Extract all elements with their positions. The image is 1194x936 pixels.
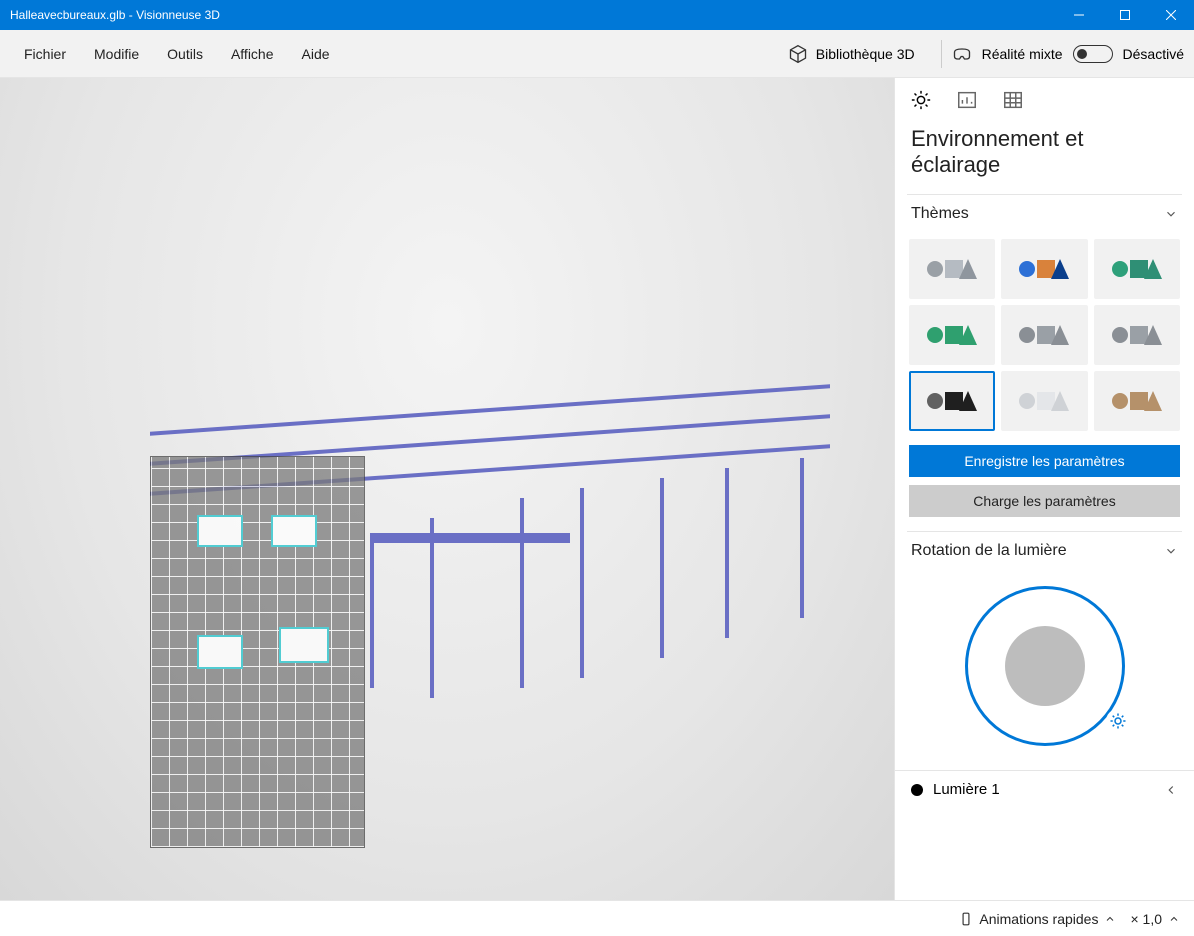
mixed-reality-group: Réalité mixte Désactivé xyxy=(952,44,1184,64)
menu-bar: Fichier Modifie Outils Affiche Aide Bibl… xyxy=(0,30,1194,78)
main-area: Environnement et éclairage Thèmes Enregi… xyxy=(0,78,1194,900)
save-settings-button[interactable]: Enregistre les paramètres xyxy=(909,445,1180,477)
menu-fichier[interactable]: Fichier xyxy=(10,46,80,62)
light-rotation-inner xyxy=(1005,626,1085,706)
chevron-down-icon xyxy=(1164,207,1178,221)
tab-stats[interactable] xyxy=(955,88,979,112)
menu-modifie[interactable]: Modifie xyxy=(80,46,153,62)
tab-environment[interactable] xyxy=(909,88,933,112)
light-color-dot xyxy=(911,784,923,796)
grid-icon xyxy=(1002,89,1024,111)
window-controls xyxy=(1056,0,1194,30)
chevron-left-icon xyxy=(1164,783,1178,797)
speed-value: × 1,0 xyxy=(1130,911,1162,927)
headset-icon xyxy=(952,44,972,64)
themes-header[interactable]: Thèmes xyxy=(895,195,1194,233)
theme-tile[interactable] xyxy=(1094,239,1180,299)
light-label: Lumière 1 xyxy=(933,781,1154,798)
maximize-icon xyxy=(1120,10,1130,20)
tab-grid[interactable] xyxy=(1001,88,1025,112)
mixed-reality-label: Réalité mixte xyxy=(982,46,1063,62)
theme-tile[interactable] xyxy=(1094,305,1180,365)
library-3d-label: Bibliothèque 3D xyxy=(816,46,915,62)
theme-tile[interactable] xyxy=(909,305,995,365)
right-panel: Environnement et éclairage Thèmes Enregi… xyxy=(894,78,1194,900)
chevron-up-icon xyxy=(1168,913,1180,925)
menu-aide[interactable]: Aide xyxy=(288,46,344,62)
menu-affiche[interactable]: Affiche xyxy=(217,46,288,62)
animations-control[interactable]: Animations rapides xyxy=(959,911,1116,927)
theme-tile[interactable] xyxy=(1001,239,1087,299)
theme-tile[interactable] xyxy=(909,239,995,299)
viewport-3d[interactable] xyxy=(0,78,894,900)
menu-outils[interactable]: Outils xyxy=(153,46,217,62)
library-3d-button[interactable]: Bibliothèque 3D xyxy=(772,44,931,64)
window-title: Halleavecbureaux.glb - Visionneuse 3D xyxy=(0,8,1056,22)
close-button[interactable] xyxy=(1148,0,1194,30)
theme-tile[interactable] xyxy=(1001,305,1087,365)
minimize-button[interactable] xyxy=(1056,0,1102,30)
light-rotation-handle[interactable] xyxy=(1106,709,1130,733)
panel-tabs xyxy=(895,78,1194,122)
themes-grid xyxy=(895,233,1194,445)
mixed-reality-toggle[interactable] xyxy=(1073,45,1113,63)
cube-icon xyxy=(788,44,808,64)
mixed-reality-state: Désactivé xyxy=(1123,46,1184,62)
close-icon xyxy=(1166,10,1176,20)
maximize-button[interactable] xyxy=(1102,0,1148,30)
title-bar: Halleavecbureaux.glb - Visionneuse 3D xyxy=(0,0,1194,30)
theme-tile[interactable] xyxy=(1001,371,1087,431)
sun-icon xyxy=(910,89,932,111)
load-settings-button[interactable]: Charge les paramètres xyxy=(909,485,1180,517)
theme-tile[interactable] xyxy=(909,371,995,431)
stats-icon xyxy=(956,89,978,111)
model-office-block xyxy=(150,456,365,848)
minimize-icon xyxy=(1074,10,1084,20)
chevron-down-icon xyxy=(1164,544,1178,558)
light-rotation-ring[interactable] xyxy=(965,586,1125,746)
panel-title: Environnement et éclairage xyxy=(895,122,1194,194)
speed-control[interactable]: × 1,0 xyxy=(1130,911,1180,927)
sun-icon xyxy=(1109,712,1127,730)
chevron-up-icon xyxy=(1104,913,1116,925)
themes-label: Thèmes xyxy=(911,205,969,223)
light-rotation-control[interactable] xyxy=(895,570,1194,770)
light-rotation-label: Rotation de la lumière xyxy=(911,542,1067,560)
status-bar: Animations rapides × 1,0 xyxy=(0,900,1194,936)
phone-icon xyxy=(959,911,973,927)
animations-label: Animations rapides xyxy=(979,911,1098,927)
theme-tile[interactable] xyxy=(1094,371,1180,431)
menu-divider xyxy=(941,40,942,68)
light-rotation-header[interactable]: Rotation de la lumière xyxy=(895,532,1194,570)
light-item-1[interactable]: Lumière 1 xyxy=(895,770,1194,808)
